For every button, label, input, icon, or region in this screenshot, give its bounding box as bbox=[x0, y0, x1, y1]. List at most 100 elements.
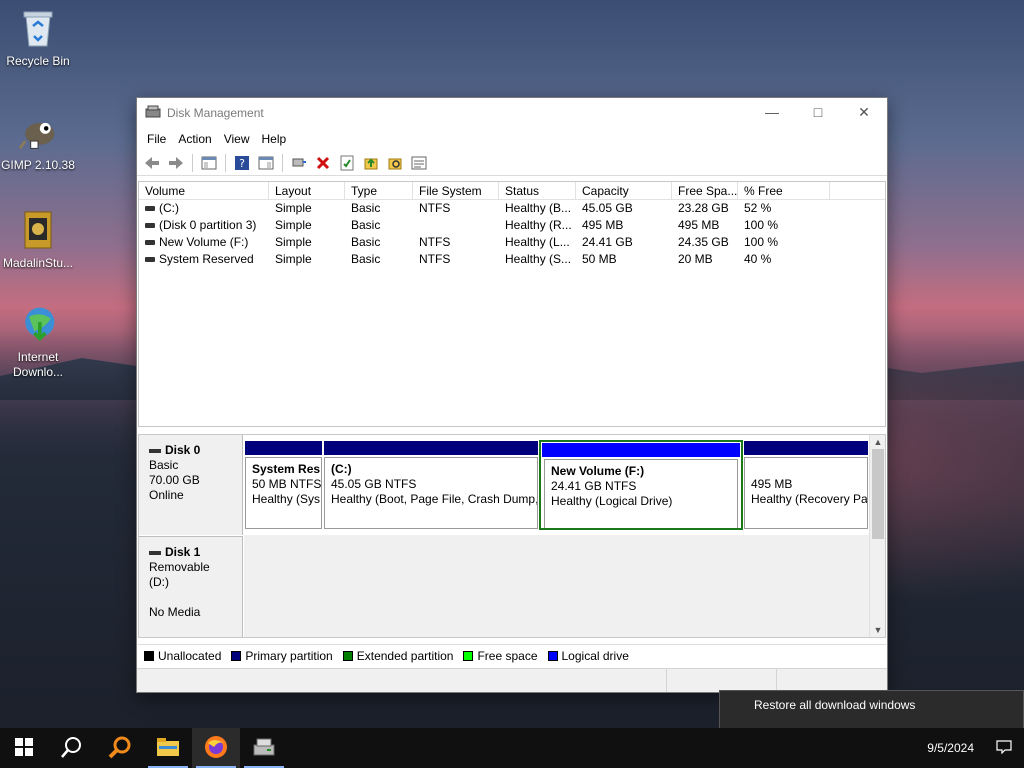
console-tree-icon[interactable] bbox=[198, 152, 220, 174]
partition-name: System Res bbox=[252, 462, 321, 476]
disk-graphical-view: Disk 0 Basic 70.00 GB Online System Res … bbox=[138, 434, 886, 638]
volume-free-space: 20 MB bbox=[678, 252, 713, 266]
forward-arrow-icon[interactable] bbox=[165, 152, 187, 174]
globe-download-icon bbox=[18, 304, 58, 344]
connect-icon[interactable] bbox=[288, 152, 310, 174]
table-row[interactable]: (Disk 0 partition 3) Simple Basic Health… bbox=[139, 217, 885, 234]
disk-name: Disk 0 bbox=[149, 443, 232, 458]
partition-c[interactable]: (C:) 45.05 GB NTFS Healthy (Boot, Page F… bbox=[324, 441, 538, 529]
disk-status: No Media bbox=[149, 605, 201, 619]
volume-file-system: NTFS bbox=[419, 252, 451, 266]
desktop-icon-gimp[interactable]: GIMP 2.10.38 bbox=[0, 112, 76, 173]
legend-item: Primary partition bbox=[231, 648, 333, 663]
checklist-icon[interactable] bbox=[336, 152, 358, 174]
folder-up-icon[interactable] bbox=[360, 152, 382, 174]
disk-management-icon bbox=[253, 737, 275, 760]
list-view-icon[interactable] bbox=[408, 152, 430, 174]
recycle-bin-icon bbox=[18, 8, 58, 48]
system-clock[interactable]: 9/5/2024 bbox=[917, 741, 984, 755]
properties-icon[interactable] bbox=[255, 152, 277, 174]
taskbar-search-app[interactable] bbox=[96, 728, 144, 768]
partition-color-bar bbox=[324, 441, 538, 455]
partition-system-reserved[interactable]: System Res 50 MB NTFS Healthy (Sys bbox=[245, 441, 322, 529]
taskbar-firefox[interactable] bbox=[192, 728, 240, 768]
column-file-system[interactable]: File System bbox=[413, 182, 499, 199]
legend-label: Logical drive bbox=[561, 648, 629, 663]
disk-0-label[interactable]: Disk 0 Basic 70.00 GB Online bbox=[139, 435, 243, 535]
partition-name: New Volume (F:) bbox=[551, 464, 645, 478]
toolbar-separator bbox=[192, 153, 193, 172]
vertical-scrollbar[interactable]: ▲ ▼ bbox=[869, 435, 885, 637]
partition-recovery[interactable]: 495 MB Healthy (Recovery Pa bbox=[744, 441, 868, 529]
legend-label: Extended partition bbox=[356, 648, 454, 663]
partition-new-volume-f[interactable]: New Volume (F:) 24.41 GB NTFS Healthy (L… bbox=[539, 440, 743, 530]
folder-search-icon[interactable] bbox=[384, 152, 406, 174]
partition-status: Healthy (Boot, Page File, Crash Dump, bbox=[331, 492, 538, 506]
column-percent-free[interactable]: % Free bbox=[738, 182, 830, 199]
partition-status: Healthy (Sys bbox=[252, 492, 321, 506]
scrollbar-thumb[interactable] bbox=[872, 449, 884, 539]
desktop-icon-internet-download[interactable]: Internet Downlo... bbox=[0, 304, 76, 380]
partition-legend: Unallocated Primary partition Extended p… bbox=[138, 644, 886, 666]
disk-1-label[interactable]: Disk 1 Removable (D:) No Media bbox=[139, 536, 243, 637]
menu-view[interactable]: View bbox=[218, 132, 256, 146]
search-button[interactable] bbox=[48, 728, 96, 768]
folder-app-icon bbox=[18, 210, 58, 250]
volume-status: Healthy (B... bbox=[505, 201, 572, 215]
menu-action[interactable]: Action bbox=[172, 132, 217, 146]
back-arrow-icon[interactable] bbox=[141, 152, 163, 174]
minimize-button[interactable]: — bbox=[749, 98, 795, 126]
desktop-icon-label: MadalinStu... bbox=[2, 256, 74, 270]
table-row[interactable]: System Reserved Simple Basic NTFS Health… bbox=[139, 251, 885, 268]
volume-type: Basic bbox=[351, 235, 381, 249]
toolbar: ? bbox=[137, 150, 887, 176]
legend-swatch bbox=[231, 650, 242, 661]
taskbar-file-explorer[interactable] bbox=[144, 728, 192, 768]
desktop-icon-madalinstu[interactable]: MadalinStu... bbox=[0, 210, 76, 271]
column-layout[interactable]: Layout bbox=[269, 182, 345, 199]
table-row[interactable]: (C:) Simple Basic NTFS Healthy (B... 45.… bbox=[139, 200, 885, 217]
volume-name: (Disk 0 partition 3) bbox=[159, 218, 257, 232]
delete-icon[interactable] bbox=[312, 152, 334, 174]
start-button[interactable] bbox=[0, 728, 48, 768]
volume-free-space: 495 MB bbox=[678, 218, 720, 232]
column-volume[interactable]: Volume bbox=[139, 182, 269, 199]
volume-capacity: 45.05 GB bbox=[582, 201, 633, 215]
desktop-icon-recycle-bin[interactable]: Recycle Bin bbox=[0, 8, 76, 69]
desktop-icon-label: Recycle Bin bbox=[6, 54, 70, 68]
disk-type: Removable (D:) bbox=[149, 560, 210, 589]
column-free-space[interactable]: Free Spa... bbox=[672, 182, 738, 199]
legend-label: Unallocated bbox=[158, 648, 222, 663]
close-button[interactable]: ✕ bbox=[841, 98, 887, 126]
menu-help[interactable]: Help bbox=[256, 132, 293, 146]
volume-type: Basic bbox=[351, 218, 381, 232]
notification-icon[interactable] bbox=[984, 739, 1024, 757]
volume-name: System Reserved bbox=[159, 252, 254, 266]
restore-download-windows-item[interactable]: Restore all download windows bbox=[720, 691, 1023, 719]
disk-status: Online bbox=[149, 488, 184, 502]
help-icon[interactable]: ? bbox=[231, 152, 253, 174]
title-bar[interactable]: Disk Management — □ ✕ bbox=[137, 98, 887, 128]
column-capacity[interactable]: Capacity bbox=[576, 182, 672, 199]
legend-swatch bbox=[547, 650, 558, 661]
scroll-up-icon[interactable]: ▲ bbox=[870, 435, 885, 449]
menu-file[interactable]: File bbox=[141, 132, 172, 146]
clock-date: 9/5/2024 bbox=[927, 741, 974, 755]
disk-1-row: Disk 1 Removable (D:) No Media bbox=[139, 536, 871, 637]
taskbar-disk-management[interactable] bbox=[240, 728, 288, 768]
partition-name: (C:) bbox=[331, 462, 352, 476]
scroll-down-icon[interactable]: ▼ bbox=[870, 623, 885, 637]
partition-size: 495 MB bbox=[751, 477, 793, 491]
legend-label: Primary partition bbox=[245, 648, 333, 663]
disk-0-row: Disk 0 Basic 70.00 GB Online System Res … bbox=[139, 435, 871, 535]
status-pane bbox=[667, 669, 777, 692]
volume-percent-free: 40 % bbox=[744, 252, 772, 266]
column-type[interactable]: Type bbox=[345, 182, 413, 199]
menu-bar: File Action View Help bbox=[137, 128, 887, 150]
maximize-button[interactable]: □ bbox=[795, 98, 841, 126]
volume-free-space: 24.35 GB bbox=[678, 235, 729, 249]
volume-status: Healthy (S... bbox=[505, 252, 572, 266]
table-row[interactable]: New Volume (F:) Simple Basic NTFS Health… bbox=[139, 234, 885, 251]
column-status[interactable]: Status bbox=[499, 182, 576, 199]
volume-free-space: 23.28 GB bbox=[678, 201, 729, 215]
